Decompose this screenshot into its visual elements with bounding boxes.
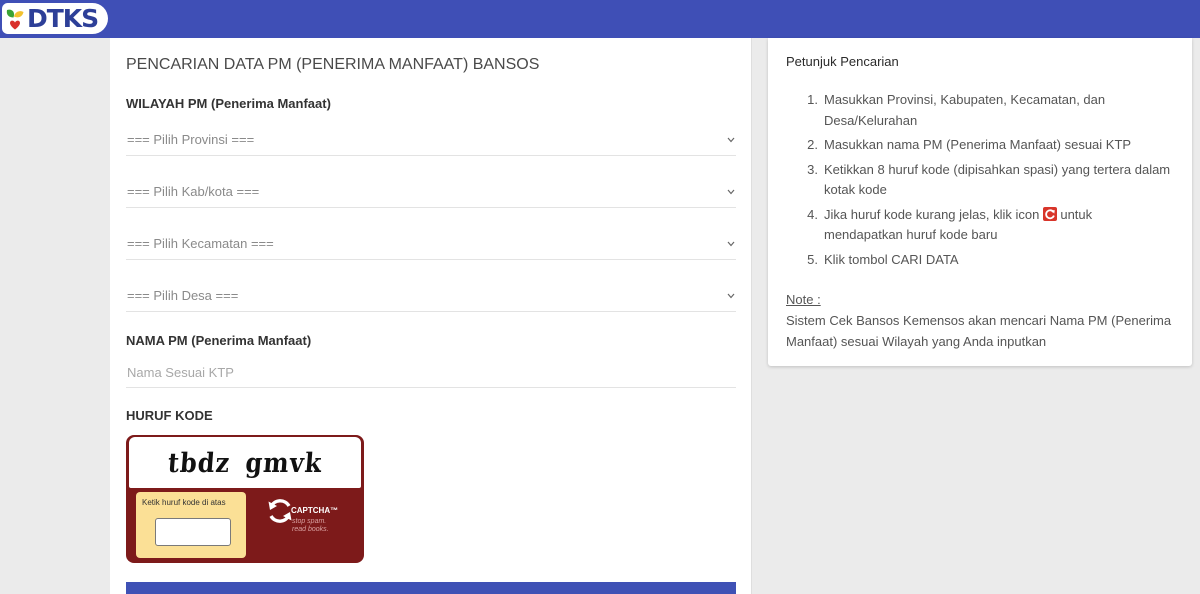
step-text-line: Jika huruf kode kurang jelas, klik icon … (824, 205, 1192, 226)
kecamatan-select[interactable]: === Pilih Kecamatan === (126, 228, 736, 259)
page: DTKS PENCARIAN DATA PM (PENERIMA MANFAAT… (0, 0, 1200, 594)
dtks-leaf-heart-icon (6, 9, 24, 29)
captcha-entry-box: Ketik huruf kode di atas (136, 492, 246, 558)
captcha-tagline-2: read books. (292, 526, 329, 533)
note-label: Note : (786, 292, 821, 307)
step-number: 1. (807, 92, 818, 107)
step-text: Desa/Kelurahan (824, 112, 918, 128)
desa-select[interactable]: === Pilih Desa === (126, 280, 736, 311)
captcha-prompt: Ketik huruf kode di atas (142, 498, 226, 507)
kabkota-select-row: === Pilih Kab/kota === (126, 176, 736, 208)
captcha-widget: tbdz gmvk Ketik huruf kode di atas CAPTC… (126, 435, 364, 563)
provinsi-select-row: === Pilih Provinsi === (126, 124, 736, 156)
instructions-title: Petunjuk Pencarian (786, 54, 899, 69)
step-number: 3. (807, 161, 818, 177)
step-text: Masukkan Provinsi, Kabupaten, Kecamatan,… (824, 92, 1106, 107)
list-item: 2. Masukkan nama PM (Penerima Manfaat) s… (768, 135, 1192, 156)
step-number: 4. (807, 206, 818, 222)
cari-data-button[interactable] (126, 582, 736, 594)
step-text: untuk (1060, 206, 1093, 222)
dtks-logo[interactable]: DTKS (2, 3, 108, 34)
step-number: 5. (807, 251, 818, 267)
list-item: 3. Ketikkan 8 huruf kode (dipisahkan spa… (768, 160, 1192, 201)
logo-text: DTKS (27, 4, 99, 33)
step-text: kotak kode (824, 182, 887, 197)
nama-pm-field-row (126, 358, 736, 388)
provinsi-select[interactable]: === Pilih Provinsi === (126, 124, 736, 155)
page-title: PENCARIAN DATA PM (PENERIMA MANFAAT) BAN… (126, 56, 540, 73)
note-line: Manfaat) sesuai Wilayah yang Anda inputk… (786, 333, 1047, 349)
instructions-list: 1. Masukkan Provinsi, Kabupaten, Kecamat… (768, 90, 1192, 274)
top-navbar: DTKS (0, 0, 1200, 38)
wilayah-label: WILAYAH PM (Penerima Manfaat) (126, 96, 331, 111)
captcha-challenge-image: tbdz gmvk (129, 437, 361, 488)
nama-pm-label: NAMA PM (Penerima Manfaat) (126, 333, 312, 348)
kabkota-select[interactable]: === Pilih Kab/kota === (126, 176, 736, 207)
list-item: 4. Jika huruf kode kurang jelas, klik ic… (768, 205, 1192, 246)
step-text: mendapatkan huruf kode baru (824, 227, 998, 242)
captcha-challenge-text: tbdz gmvk (166, 446, 324, 479)
refresh-icon (1043, 206, 1058, 221)
step-text: Ketikkan 8 huruf kode (dipisahkan spasi)… (824, 161, 1171, 177)
nama-pm-input[interactable] (126, 358, 736, 387)
captcha-response-input[interactable] (155, 518, 231, 546)
note-line: Sistem Cek Bansos Kemensos akan mencari … (786, 313, 1172, 328)
list-item: 5. Klik tombol CARI DATA (768, 250, 1192, 271)
note-text: Sistem Cek Bansos Kemensos akan mencari … (786, 311, 1171, 352)
captcha-brand: CAPTCHA™ (291, 506, 339, 515)
step-number: 2. (807, 137, 818, 152)
step-text: Klik tombol CARI DATA (824, 251, 959, 267)
desa-select-row: === Pilih Desa === (126, 280, 736, 312)
step-text: Masukkan nama PM (Penerima Manfaat) sesu… (824, 137, 1132, 152)
search-form-card: PENCARIAN DATA PM (PENERIMA MANFAAT) BAN… (110, 38, 752, 594)
captcha-tagline-1: stop spam. (292, 518, 327, 525)
kecamatan-select-row: === Pilih Kecamatan === (126, 228, 736, 260)
huruf-kode-label: HURUF KODE (126, 408, 213, 423)
list-item: 1. Masukkan Provinsi, Kabupaten, Kecamat… (768, 90, 1192, 131)
search-instructions-card: Petunjuk Pencarian 1. Masukkan Provinsi,… (768, 38, 1192, 366)
step-text: Jika huruf kode kurang jelas, klik icon (824, 206, 1040, 222)
